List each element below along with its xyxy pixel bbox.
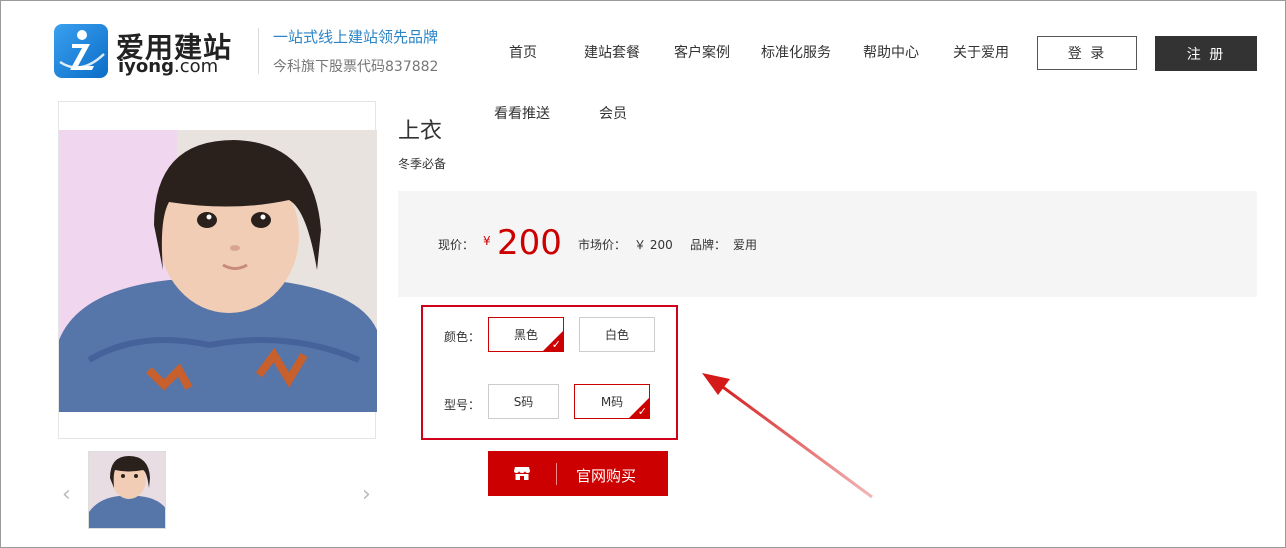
product-subtitle: 冬季必备 (398, 157, 447, 171)
button-separator (556, 463, 557, 485)
annotation-arrow-icon (702, 373, 873, 499)
current-price: 200 (497, 223, 562, 263)
color-label: 颜色： (444, 330, 481, 344)
product-thumbnail[interactable] (88, 451, 166, 529)
currency-symbol: ¥ (483, 234, 491, 248)
price-label: 现价： (438, 238, 475, 252)
check-icon: ✓ (551, 338, 561, 351)
brand-label: 品牌： (690, 238, 727, 252)
product-title: 上衣 (398, 119, 443, 144)
size-option-s[interactable]: S码 (488, 384, 559, 419)
nav-packages[interactable]: 建站套餐 (584, 42, 640, 62)
color-option-white[interactable]: 白色 (579, 317, 655, 352)
header-divider (258, 28, 259, 74)
check-icon: ✓ (637, 405, 647, 418)
subnav-push[interactable]: 看看推送 (494, 103, 550, 123)
color-option-black[interactable]: 黑色 ✓ (488, 317, 564, 352)
login-button[interactable]: 登 录 (1037, 36, 1137, 70)
thumb-next-icon[interactable]: › (362, 482, 371, 507)
nav-cases[interactable]: 客户案例 (674, 42, 730, 62)
thumb-prev-icon[interactable]: ‹ (62, 482, 71, 507)
product-main-image[interactable] (59, 130, 377, 412)
size-option-m[interactable]: M码 ✓ (574, 384, 650, 419)
buy-button-label: 官网购买 (576, 467, 637, 485)
logo-text-en: iyong.com (118, 56, 219, 77)
market-price-label: 市场价： (578, 238, 627, 252)
brand-slogan: 一站式线上建站领先品牌 (273, 28, 439, 46)
stock-code: 今科旗下股票代码837882 (273, 59, 439, 75)
buy-button[interactable]: 官网购买 (488, 451, 668, 496)
nav-services[interactable]: 标准化服务 (761, 42, 831, 62)
register-button[interactable]: 注 册 (1155, 36, 1257, 71)
site-logo[interactable]: 爱用建站 iyong.com (54, 24, 244, 80)
nav-about[interactable]: 关于爱用 (953, 42, 1009, 62)
logo-icon (54, 24, 108, 78)
size-label: 型号： (444, 398, 481, 412)
nav-help[interactable]: 帮助中心 (863, 42, 919, 62)
market-price: ￥ 200 (634, 238, 673, 252)
nav-home[interactable]: 首页 (509, 42, 537, 62)
shop-icon (514, 467, 530, 480)
brand-value: 爱用 (733, 238, 758, 252)
subnav-member[interactable]: 会员 (599, 103, 627, 123)
